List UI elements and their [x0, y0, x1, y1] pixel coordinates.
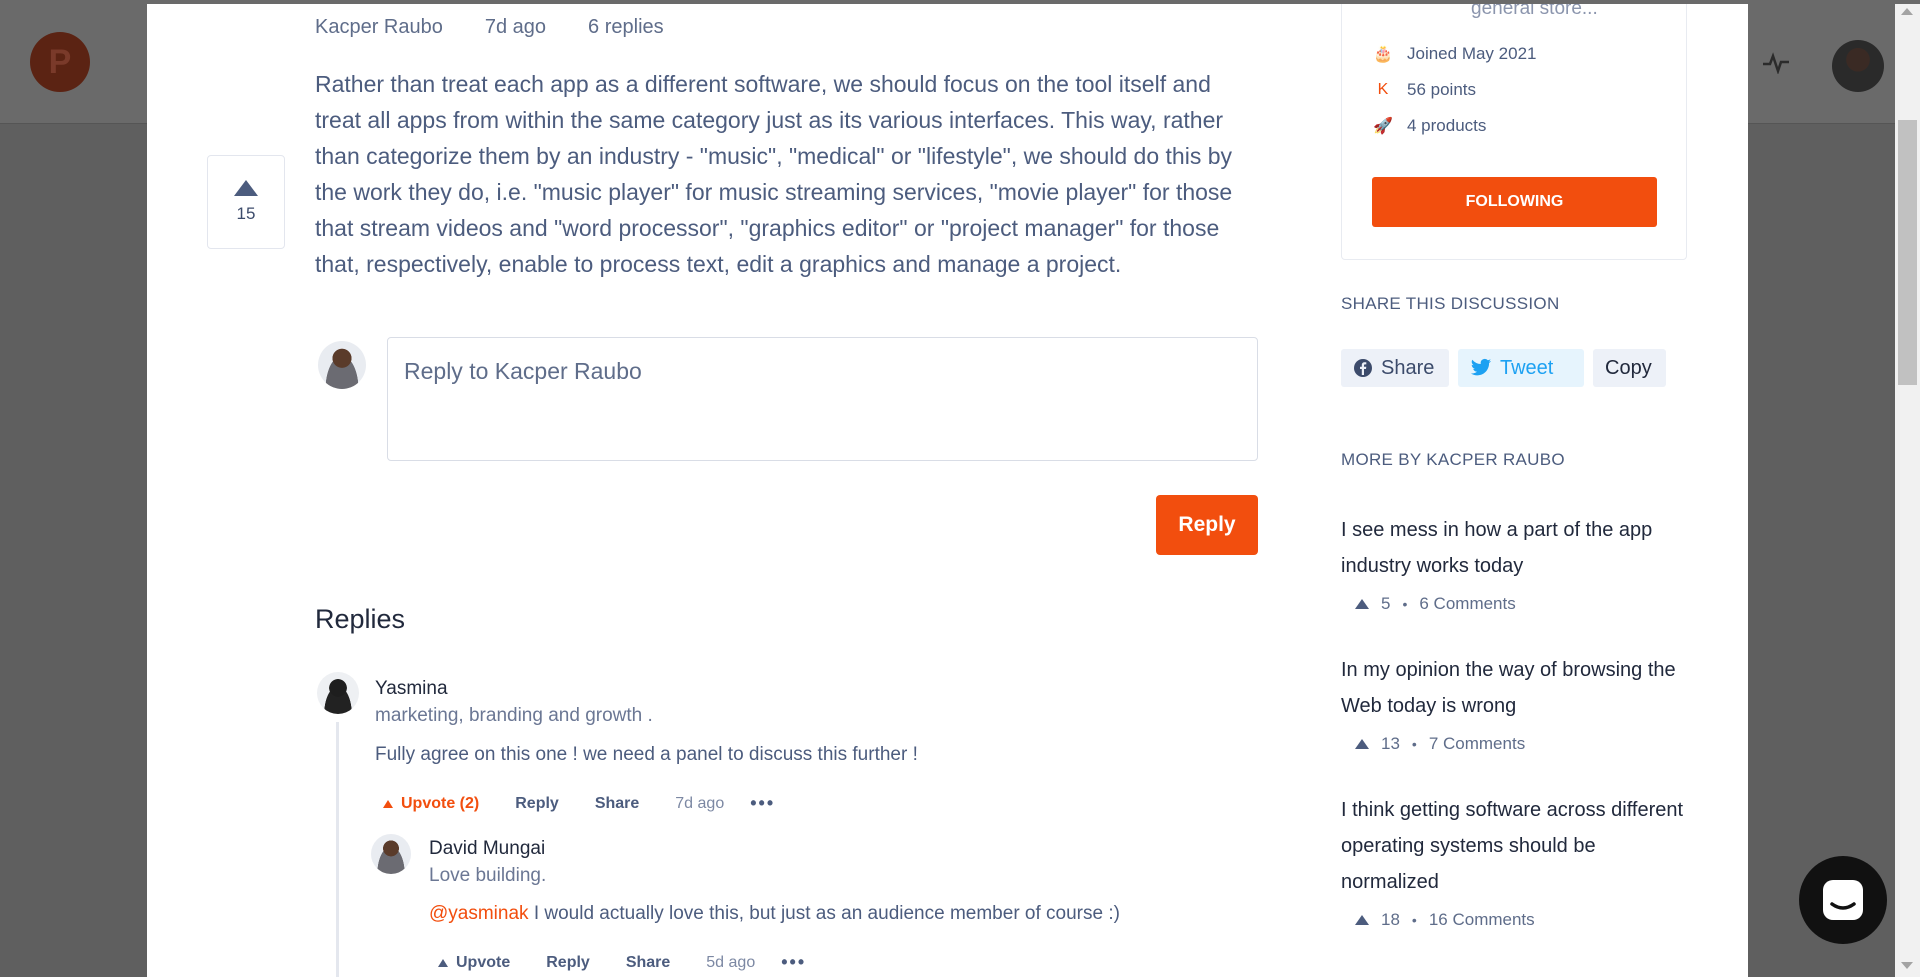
more-discussion-meta: 13 • 7 Comments — [1355, 734, 1525, 754]
more-discussion-votes: 5 — [1381, 594, 1391, 613]
more-discussion-votes: 13 — [1381, 734, 1400, 753]
stat-products: 🚀 4 products — [1373, 116, 1486, 136]
reply-reply-button[interactable]: Reply — [546, 954, 590, 972]
replies-heading: Replies — [315, 604, 406, 634]
more-discussion-title[interactable]: In my opinion the way of browsing the We… — [1341, 652, 1691, 724]
cake-icon: 🎂 — [1373, 46, 1393, 63]
stat-products-text: 4 products — [1407, 116, 1487, 135]
reply-avatar[interactable] — [317, 672, 359, 714]
reply-author[interactable]: Yasmina — [375, 678, 448, 700]
upvote-arrow-icon — [438, 958, 448, 967]
post-author[interactable]: Kacper Raubo — [315, 16, 443, 39]
more-options-icon[interactable]: ••• — [750, 793, 775, 814]
reply-time: 5d ago — [706, 953, 756, 971]
reply-text-body: I would actually love this, but just as … — [528, 903, 1120, 924]
reply-actions: Upvote Reply Share 5d ago ••• — [438, 952, 806, 973]
stat-points-text: 56 points — [1407, 80, 1476, 99]
discussion-modal: 15 Kacper Raubo 7d ago 6 replies Rather … — [147, 4, 1748, 977]
twitter-share-button[interactable]: Tweet — [1458, 349, 1584, 387]
reply-author[interactable]: David Mungai — [429, 838, 545, 860]
reply-headline: Love building. — [429, 865, 547, 886]
upvote-arrow-icon — [1355, 915, 1369, 925]
reply-time: 7d ago — [675, 794, 725, 812]
more-discussion-votes: 18 — [1381, 910, 1400, 929]
reply-input-container — [387, 337, 1258, 461]
chat-icon — [1823, 880, 1863, 920]
facebook-icon — [1354, 359, 1372, 377]
stat-points: K 56 points — [1373, 80, 1476, 100]
post-replies-count[interactable]: 6 replies — [588, 16, 664, 39]
post-meta: Kacper Raubo 7d ago 6 replies — [315, 16, 664, 39]
more-discussion-comments[interactable]: 7 Comments — [1429, 734, 1525, 754]
reply-text: @yasminak I would actually love this, bu… — [429, 903, 1120, 925]
more-discussion-title[interactable]: I see mess in how a part of the app indu… — [1341, 512, 1691, 584]
reply-submit-button[interactable]: Reply — [1156, 495, 1258, 555]
user-avatar[interactable] — [1832, 40, 1884, 92]
facebook-share-label: Share — [1381, 356, 1435, 379]
thread-line — [336, 722, 339, 977]
twitter-share-label: Tweet — [1500, 356, 1554, 379]
twitter-icon — [1470, 358, 1492, 376]
reply-headline: marketing, branding and growth . — [375, 705, 653, 726]
more-options-icon[interactable]: ••• — [781, 952, 806, 973]
scroll-up-arrow-icon[interactable] — [1901, 8, 1913, 15]
chat-launcher-button[interactable] — [1799, 856, 1887, 944]
rocket-icon: 🚀 — [1373, 118, 1393, 135]
copy-link-button[interactable]: Copy — [1593, 349, 1666, 387]
reply-avatar[interactable] — [371, 834, 411, 874]
reply-actions: Upvote (2) Reply Share 7d ago ••• — [383, 793, 775, 814]
author-headline: general store... — [1471, 4, 1598, 19]
scrollbar-thumb[interactable] — [1898, 120, 1917, 385]
user-mention[interactable]: @yasminak — [429, 903, 529, 924]
following-button[interactable]: FOLLOWING — [1372, 177, 1657, 227]
product-hunt-logo[interactable]: P — [30, 32, 90, 92]
reply-text: Fully agree on this one ! we need a pane… — [375, 744, 918, 765]
reply-upvote-label: Upvote — [456, 953, 511, 971]
more-discussion-comments[interactable]: 16 Comments — [1429, 910, 1535, 930]
reply-upvote-label: Upvote (2) — [401, 794, 480, 812]
separator: • — [1411, 736, 1417, 752]
reply-upvote-button[interactable]: Upvote — [438, 954, 510, 972]
points-icon: K — [1377, 81, 1389, 98]
stat-joined-text: Joined May 2021 — [1407, 44, 1537, 63]
reply-share-button[interactable]: Share — [626, 954, 670, 972]
current-user-avatar — [318, 341, 366, 389]
copy-link-label: Copy — [1605, 356, 1652, 379]
separator: • — [1411, 912, 1417, 928]
more-discussion-meta: 5 • 6 Comments — [1355, 594, 1516, 614]
upvote-arrow-icon — [383, 799, 393, 808]
reply-upvote-button[interactable]: Upvote (2) — [383, 795, 479, 813]
reply-reply-button[interactable]: Reply — [515, 795, 559, 813]
post-body: Rather than treat each app as a differen… — [315, 71, 1233, 277]
more-discussion-meta: 18 • 16 Comments — [1355, 910, 1535, 930]
post-upvote-button[interactable]: 15 — [207, 155, 285, 249]
post-vote-count: 15 — [236, 204, 256, 223]
share-heading: SHARE THIS DISCUSSION — [1341, 294, 1560, 313]
reply-input[interactable] — [388, 338, 1257, 460]
activity-icon[interactable] — [1762, 52, 1790, 74]
stat-joined: 🎂 Joined May 2021 — [1373, 44, 1536, 64]
post-age: 7d ago — [484, 16, 547, 38]
upvote-arrow-icon — [234, 180, 258, 196]
upvote-arrow-icon — [1355, 599, 1369, 609]
facebook-share-button[interactable]: Share — [1341, 349, 1449, 387]
scroll-down-arrow-icon[interactable] — [1901, 962, 1913, 969]
more-discussion-comments[interactable]: 6 Comments — [1419, 594, 1515, 614]
separator: • — [1402, 596, 1408, 612]
more-by-heading: MORE BY KACPER RAUBO — [1341, 450, 1565, 469]
reply-share-button[interactable]: Share — [595, 795, 639, 813]
more-discussion-title[interactable]: I think getting software across differen… — [1341, 792, 1691, 900]
upvote-arrow-icon — [1355, 739, 1369, 749]
